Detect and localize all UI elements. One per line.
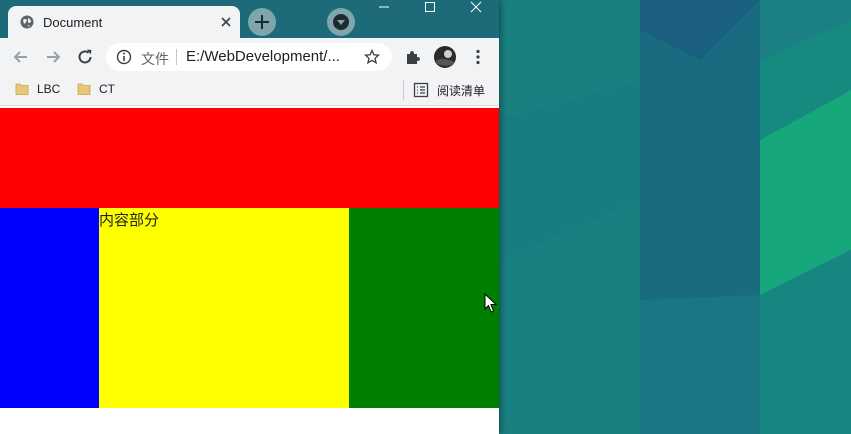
avatar[interactable] [433,45,457,69]
minimize-icon[interactable] [361,0,407,16]
forward-icon[interactable] [43,47,63,67]
address-url[interactable]: E:/WebDevelopment/... [186,48,340,65]
title-bar: Document [0,0,499,38]
close-icon[interactable] [218,14,234,30]
new-tab-button[interactable] [248,8,276,36]
reload-icon[interactable] [75,47,95,67]
extensions-icon[interactable] [402,47,422,67]
menu-icon[interactable] [468,47,488,67]
reading-list-button[interactable]: 阅读清单 [437,82,485,99]
star-icon[interactable] [364,49,380,65]
tab-title: Document [43,15,103,30]
close-window-icon[interactable] [453,0,499,16]
address-bar[interactable]: 文件 E:/WebDevelopment/... [106,43,392,71]
globe-icon [20,15,34,29]
tab-document[interactable]: Document [8,6,240,38]
bookmark-ct[interactable]: CT [77,80,122,100]
bookmarks-bar: LBC CT 阅读清单 [0,76,499,106]
bookmark-label: CT [99,82,115,96]
browser-window: Document 文件 E:/WebDevelopment/... LBC CT… [0,0,499,434]
left-column [0,208,99,408]
bookmark-label: LBC [37,82,61,96]
cursor-icon [484,293,498,313]
folder-icon [77,83,91,95]
profile-icon [333,14,349,30]
back-icon[interactable] [11,47,31,67]
folder-icon [15,83,29,95]
tab-search-button[interactable] [327,8,355,36]
page-viewport: 内容部分 [0,108,499,434]
bookmark-lbc[interactable]: LBC [15,80,65,100]
address-label: 文件 [141,51,169,67]
maximize-icon[interactable] [407,0,453,16]
center-column: 内容部分 [99,208,349,408]
right-column [349,208,499,408]
content-text: 内容部分 [99,211,160,229]
info-icon[interactable] [116,49,132,65]
reading-list-icon[interactable] [413,82,429,98]
header-block [0,108,499,208]
toolbar: 文件 E:/WebDevelopment/... [0,38,499,76]
address-separator [176,49,177,65]
plus-icon [255,15,269,29]
bookmarks-divider [403,80,404,100]
